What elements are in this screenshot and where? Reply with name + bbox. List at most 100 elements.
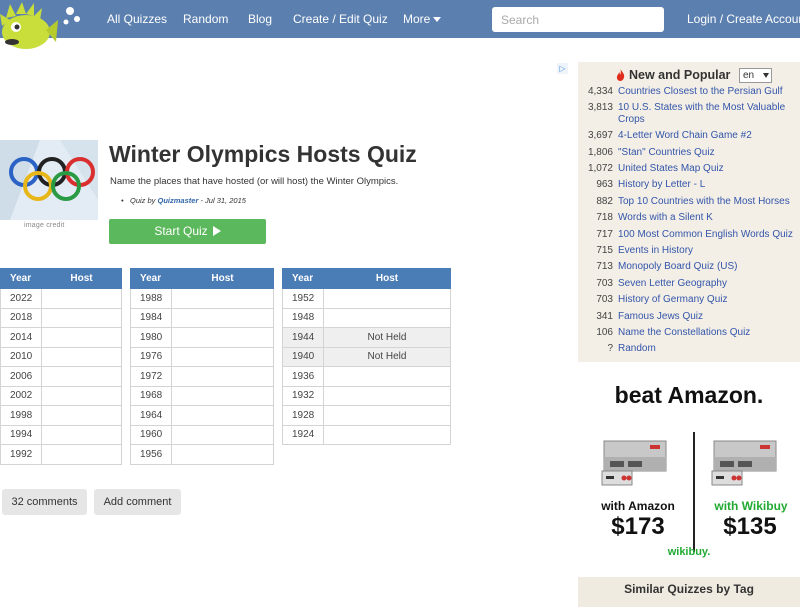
- author-link[interactable]: Quizmaster: [158, 196, 199, 205]
- year-cell: 1992: [0, 444, 42, 465]
- list-item: 4,334 Countries Closest to the Persian Gu…: [578, 86, 800, 98]
- quiz-link[interactable]: Seven Letter Geography: [618, 278, 798, 290]
- year-cell: 1960: [130, 424, 172, 445]
- play-count: 341: [596, 310, 613, 322]
- quiz-link[interactable]: Countries Closest to the Persian Gulf: [618, 86, 798, 98]
- bullet-icon: •: [121, 196, 124, 205]
- year-cell: 2014: [0, 327, 42, 348]
- table-row: 1924: [282, 424, 451, 445]
- nav-create-edit-quiz[interactable]: Create / Edit Quiz: [293, 12, 388, 26]
- quiz-link[interactable]: United States Map Quiz: [618, 163, 798, 175]
- year-cell: 1972: [130, 366, 172, 387]
- quiz-link[interactable]: Name the Constellations Quiz: [618, 327, 798, 339]
- not-held-cell: Not Held: [323, 327, 451, 348]
- year-cell: 1998: [0, 405, 42, 426]
- image-credit-link[interactable]: image credit: [24, 222, 65, 229]
- year-cell: 2018: [0, 307, 42, 328]
- host-answer-cell: [41, 327, 122, 348]
- quiz-link[interactable]: Top 10 Countries with the Most Horses: [618, 196, 798, 208]
- advertisement-banner[interactable]: beat Amazon. with Amazon $173 with Wikib…: [578, 370, 800, 570]
- quiz-link[interactable]: History by Letter - L: [618, 179, 798, 191]
- ad-left-label: with Amazon: [601, 499, 675, 513]
- host-column-header: Host: [171, 268, 274, 289]
- table-row: 1960: [130, 424, 274, 445]
- popular-quiz-list: 4,334 Countries Closest to the Persian Gu…: [578, 86, 800, 360]
- search-input[interactable]: [492, 7, 664, 32]
- quiz-link[interactable]: History of Germany Quiz: [618, 294, 798, 306]
- host-answer-cell: [323, 307, 451, 328]
- play-count: 1,806: [587, 146, 613, 158]
- quiz-link[interactable]: Monopoly Board Quiz (US): [618, 261, 798, 273]
- quiz-link[interactable]: "Stan" Countries Quiz: [618, 147, 798, 159]
- host-answer-cell: [41, 288, 122, 309]
- not-held-cell: Not Held: [323, 346, 451, 367]
- table-header-row: Year Host: [0, 268, 122, 289]
- play-count: 718: [596, 212, 613, 224]
- year-cell: 1976: [130, 346, 172, 367]
- language-select[interactable]: en: [739, 68, 772, 83]
- year-cell: 1964: [130, 405, 172, 426]
- play-count: 3,697: [587, 130, 613, 142]
- quiz-link[interactable]: Events in History: [618, 245, 798, 257]
- host-column-header: Host: [41, 268, 122, 289]
- add-comment-button[interactable]: Add comment: [94, 489, 181, 515]
- host-answer-cell: [171, 444, 274, 465]
- table-row: 1988: [130, 288, 274, 309]
- table-row: 1976: [130, 346, 274, 367]
- ad-right-label: with Wikibuy: [714, 499, 788, 513]
- table-row: 1940 Not Held: [282, 346, 451, 367]
- play-count: 4,334: [587, 86, 613, 97]
- list-item: 713 Monopoly Board Quiz (US): [578, 261, 800, 273]
- answer-table-1: Year Host 2022 2018 2014 2010 2006 2002 …: [0, 268, 122, 465]
- list-item: 703 History of Germany Quiz: [578, 294, 800, 306]
- play-count: 106: [596, 326, 613, 338]
- table-row: 1952: [282, 288, 451, 309]
- olympic-rings-icon: [0, 140, 98, 220]
- ad-left-price: $173: [611, 513, 665, 540]
- table-row: 1994: [0, 424, 122, 445]
- host-answer-cell: [323, 405, 451, 426]
- adchoices-icon[interactable]: ▷: [557, 63, 568, 74]
- host-answer-cell: [171, 288, 274, 309]
- nav-more-menu[interactable]: More: [403, 12, 442, 26]
- nav-blog[interactable]: Blog: [248, 12, 272, 26]
- quiz-link[interactable]: 100 Most Common English Words Quiz: [618, 229, 798, 241]
- table-row: 2010: [0, 346, 122, 367]
- nav-all-quizzes[interactable]: All Quizzes: [107, 12, 167, 26]
- quiz-meta: • Quiz by Quizmaster - Jul 31, 2015: [121, 196, 246, 205]
- fire-icon: [616, 69, 625, 81]
- answer-table-3: Year Host 1952 1948 1944 Not Held 1940 Not…: [282, 268, 451, 445]
- host-answer-cell: [171, 405, 274, 426]
- quiz-image: [0, 140, 98, 220]
- host-answer-cell: [323, 385, 451, 406]
- year-cell: 1944: [282, 327, 324, 348]
- year-cell: 1984: [130, 307, 172, 328]
- table-row: 1928: [282, 405, 451, 426]
- table-row: 1992: [0, 444, 122, 465]
- start-quiz-button[interactable]: Start Quiz: [109, 219, 266, 244]
- quiz-link[interactable]: 10 U.S. States with the Most Valuable Cr…: [618, 102, 798, 125]
- nav-more-label: More: [403, 12, 431, 26]
- host-answer-cell: [171, 366, 274, 387]
- list-item: 3,697 4-Letter Word Chain Game #2: [578, 130, 800, 142]
- host-answer-cell: [171, 327, 274, 348]
- year-cell: 2022: [0, 288, 42, 309]
- table-header-row: Year Host: [130, 268, 274, 289]
- play-count: ?: [607, 343, 613, 355]
- host-answer-cell: [171, 424, 274, 445]
- nav-random[interactable]: Random: [183, 12, 228, 26]
- year-cell: 1936: [282, 366, 324, 387]
- quiz-link[interactable]: 4-Letter Word Chain Game #2: [618, 130, 798, 142]
- quiz-link[interactable]: Words with a Silent K: [618, 212, 798, 224]
- table-row: 1964: [130, 405, 274, 426]
- site-logo[interactable]: [0, 0, 90, 52]
- login-link[interactable]: Login / Create Account: [687, 12, 800, 26]
- comments-button[interactable]: 32 comments: [2, 489, 87, 515]
- host-answer-cell: [323, 288, 451, 309]
- host-answer-cell: [171, 307, 274, 328]
- random-quiz-link[interactable]: Random: [618, 343, 798, 355]
- host-answer-cell: [323, 424, 451, 445]
- quiz-link[interactable]: Famous Jews Quiz: [618, 311, 798, 323]
- top-nav-bar: All Quizzes Random Blog Create / Edit Qu…: [0, 0, 800, 38]
- play-count: 703: [596, 294, 613, 306]
